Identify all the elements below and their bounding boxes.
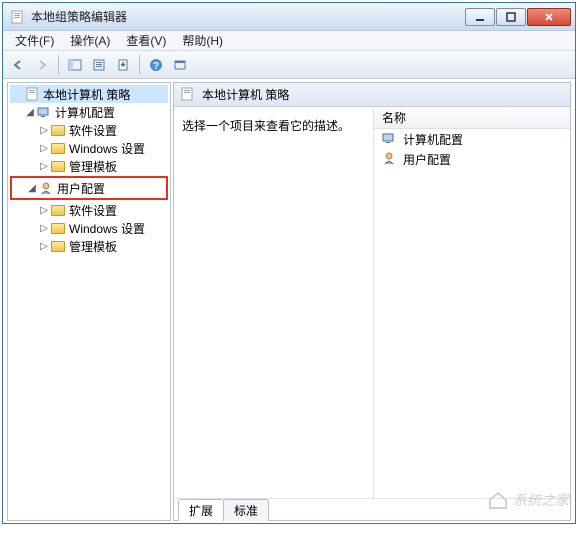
svg-text:?: ? [153,61,159,72]
folder-icon [50,122,66,138]
list-item[interactable]: 用户配置 [374,149,570,169]
expand-icon[interactable]: ▷ [38,223,50,234]
collapse-icon[interactable]: ◢ [24,107,36,118]
tab-extended[interactable]: 扩展 [178,499,224,521]
tree-computer-config[interactable]: ◢ 计算机配置 [10,103,168,121]
computer-icon [382,131,398,147]
content-body: 选择一个项目来查看它的描述。 名称 计算机配置 用户配置 [174,107,570,498]
folder-icon [50,158,66,174]
app-icon [9,9,25,25]
description-panel: 选择一个项目来查看它的描述。 [174,107,374,498]
user-icon [382,151,398,167]
menu-file[interactable]: 文件(F) [7,30,62,51]
tree-item[interactable]: ▷ 管理模板 [10,157,168,175]
expand-icon[interactable]: ▷ [38,143,50,154]
tree-user-config[interactable]: ◢ 用户配置 [14,179,164,197]
description-prompt: 选择一个项目来查看它的描述。 [182,119,350,133]
menu-action[interactable]: 操作(A) [62,30,118,51]
maximize-button[interactable] [496,8,526,26]
tree-item[interactable]: ▷ Windows 设置 [10,219,168,237]
help-button[interactable]: ? [145,54,167,76]
list-item-label: 用户配置 [403,151,451,168]
content-header: 本地计算机 策略 [174,83,570,107]
tree-pane: 本地计算机 策略 ◢ 计算机配置 ▷ 软件设置 ▷ Windows 设置 ▷ 管理模板… [7,82,171,521]
tree-item[interactable]: ▷ Windows 设置 [10,139,168,157]
user-icon [38,180,54,196]
watermark: 系统之家 [487,489,569,511]
list-item[interactable]: 计算机配置 [374,129,570,149]
tree-item[interactable]: ▷ 软件设置 [10,121,168,139]
folder-icon [50,140,66,156]
toolbar-separator [58,55,59,75]
tree-label: 软件设置 [69,202,117,219]
folder-icon [50,202,66,218]
tree-root[interactable]: 本地计算机 策略 [10,85,168,103]
content-pane: 本地计算机 策略 选择一个项目来查看它的描述。 名称 计算机配置 用户配置 [173,82,571,521]
tree-item[interactable]: ▷ 管理模板 [10,237,168,255]
show-hide-tree-button[interactable] [64,54,86,76]
window-controls [464,8,571,26]
tree-label: 本地计算机 策略 [43,86,130,103]
toolbar-separator [139,55,140,75]
filter-button[interactable] [169,54,191,76]
highlight-annotation: ◢ 用户配置 [10,176,168,200]
back-button[interactable] [7,54,29,76]
computer-icon [36,104,52,120]
menubar: 文件(F) 操作(A) 查看(V) 帮助(H) [3,31,575,51]
tree-label: Windows 设置 [69,140,145,157]
tree-label: 管理模板 [69,238,117,255]
close-button[interactable] [527,8,571,26]
list-panel: 名称 计算机配置 用户配置 [374,107,570,498]
collapse-icon[interactable]: ◢ [26,183,38,194]
folder-icon [50,238,66,254]
tree-label: 软件设置 [69,122,117,139]
list-item-label: 计算机配置 [403,131,463,148]
policy-icon [180,87,196,103]
folder-icon [50,220,66,236]
properties-button[interactable] [88,54,110,76]
titlebar: 本地组策略编辑器 [3,3,575,31]
window-title: 本地组策略编辑器 [31,8,464,25]
body: 本地计算机 策略 ◢ 计算机配置 ▷ 软件设置 ▷ Windows 设置 ▷ 管理模板… [3,80,575,523]
policy-icon [24,86,40,102]
watermark-text: 系统之家 [513,490,569,510]
menu-view[interactable]: 查看(V) [118,30,174,51]
expand-icon[interactable]: ▷ [38,205,50,216]
expand-icon[interactable]: ▷ [38,241,50,252]
forward-button[interactable] [31,54,53,76]
tree-label: 计算机配置 [55,104,115,121]
tree: 本地计算机 策略 ◢ 计算机配置 ▷ 软件设置 ▷ Windows 设置 ▷ 管理模板… [8,83,170,257]
app-window: 本地组策略编辑器 文件(F) 操作(A) 查看(V) 帮助(H) ? [2,2,576,524]
tree-label: 管理模板 [69,158,117,175]
menu-help[interactable]: 帮助(H) [174,30,231,51]
minimize-button[interactable] [465,8,495,26]
toolbar: ? [3,51,575,79]
expand-icon[interactable]: ▷ [38,125,50,136]
export-button[interactable] [112,54,134,76]
tree-label: Windows 设置 [69,220,145,237]
tree-item[interactable]: ▷ 软件设置 [10,201,168,219]
expand-icon[interactable]: ▷ [38,161,50,172]
tab-standard[interactable]: 标准 [223,499,269,521]
tree-label: 用户配置 [57,180,105,197]
column-header-name[interactable]: 名称 [374,107,570,129]
content-heading: 本地计算机 策略 [202,86,289,103]
